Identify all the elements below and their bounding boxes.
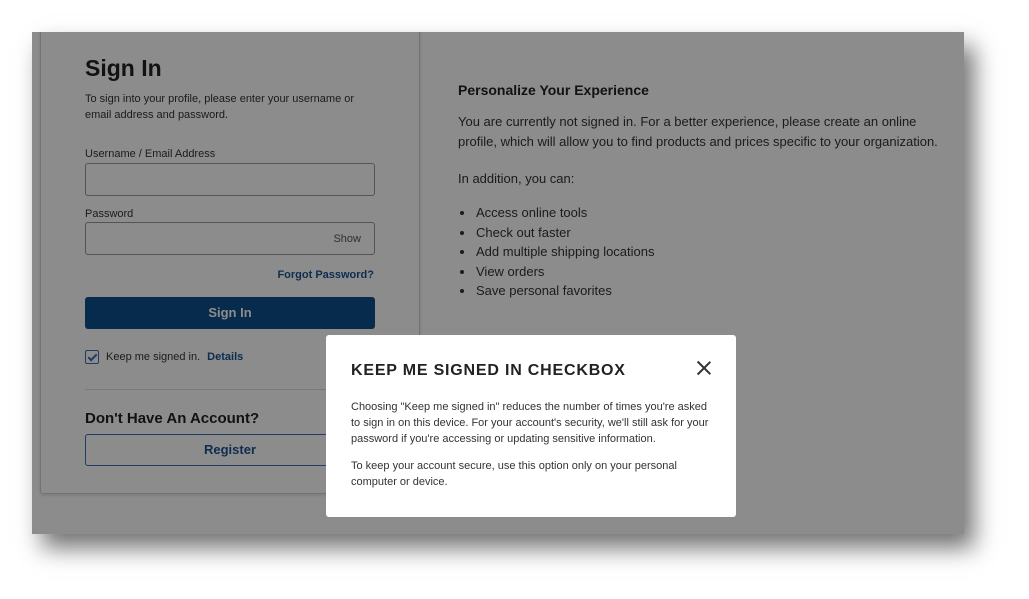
dialog-paragraph: Choosing "Keep me signed in" reduces the… [351, 401, 709, 445]
dialog-paragraph: To keep your account secure, use this op… [351, 460, 677, 488]
dialog-title: KEEP ME SIGNED IN CHECKBOX [351, 362, 626, 379]
close-icon[interactable] [696, 360, 712, 376]
keep-signed-in-dialog: KEEP ME SIGNED IN CHECKBOX Choosing "Kee… [326, 335, 736, 517]
browser-screenshot: Sign In To sign into your profile, pleas… [32, 32, 964, 534]
